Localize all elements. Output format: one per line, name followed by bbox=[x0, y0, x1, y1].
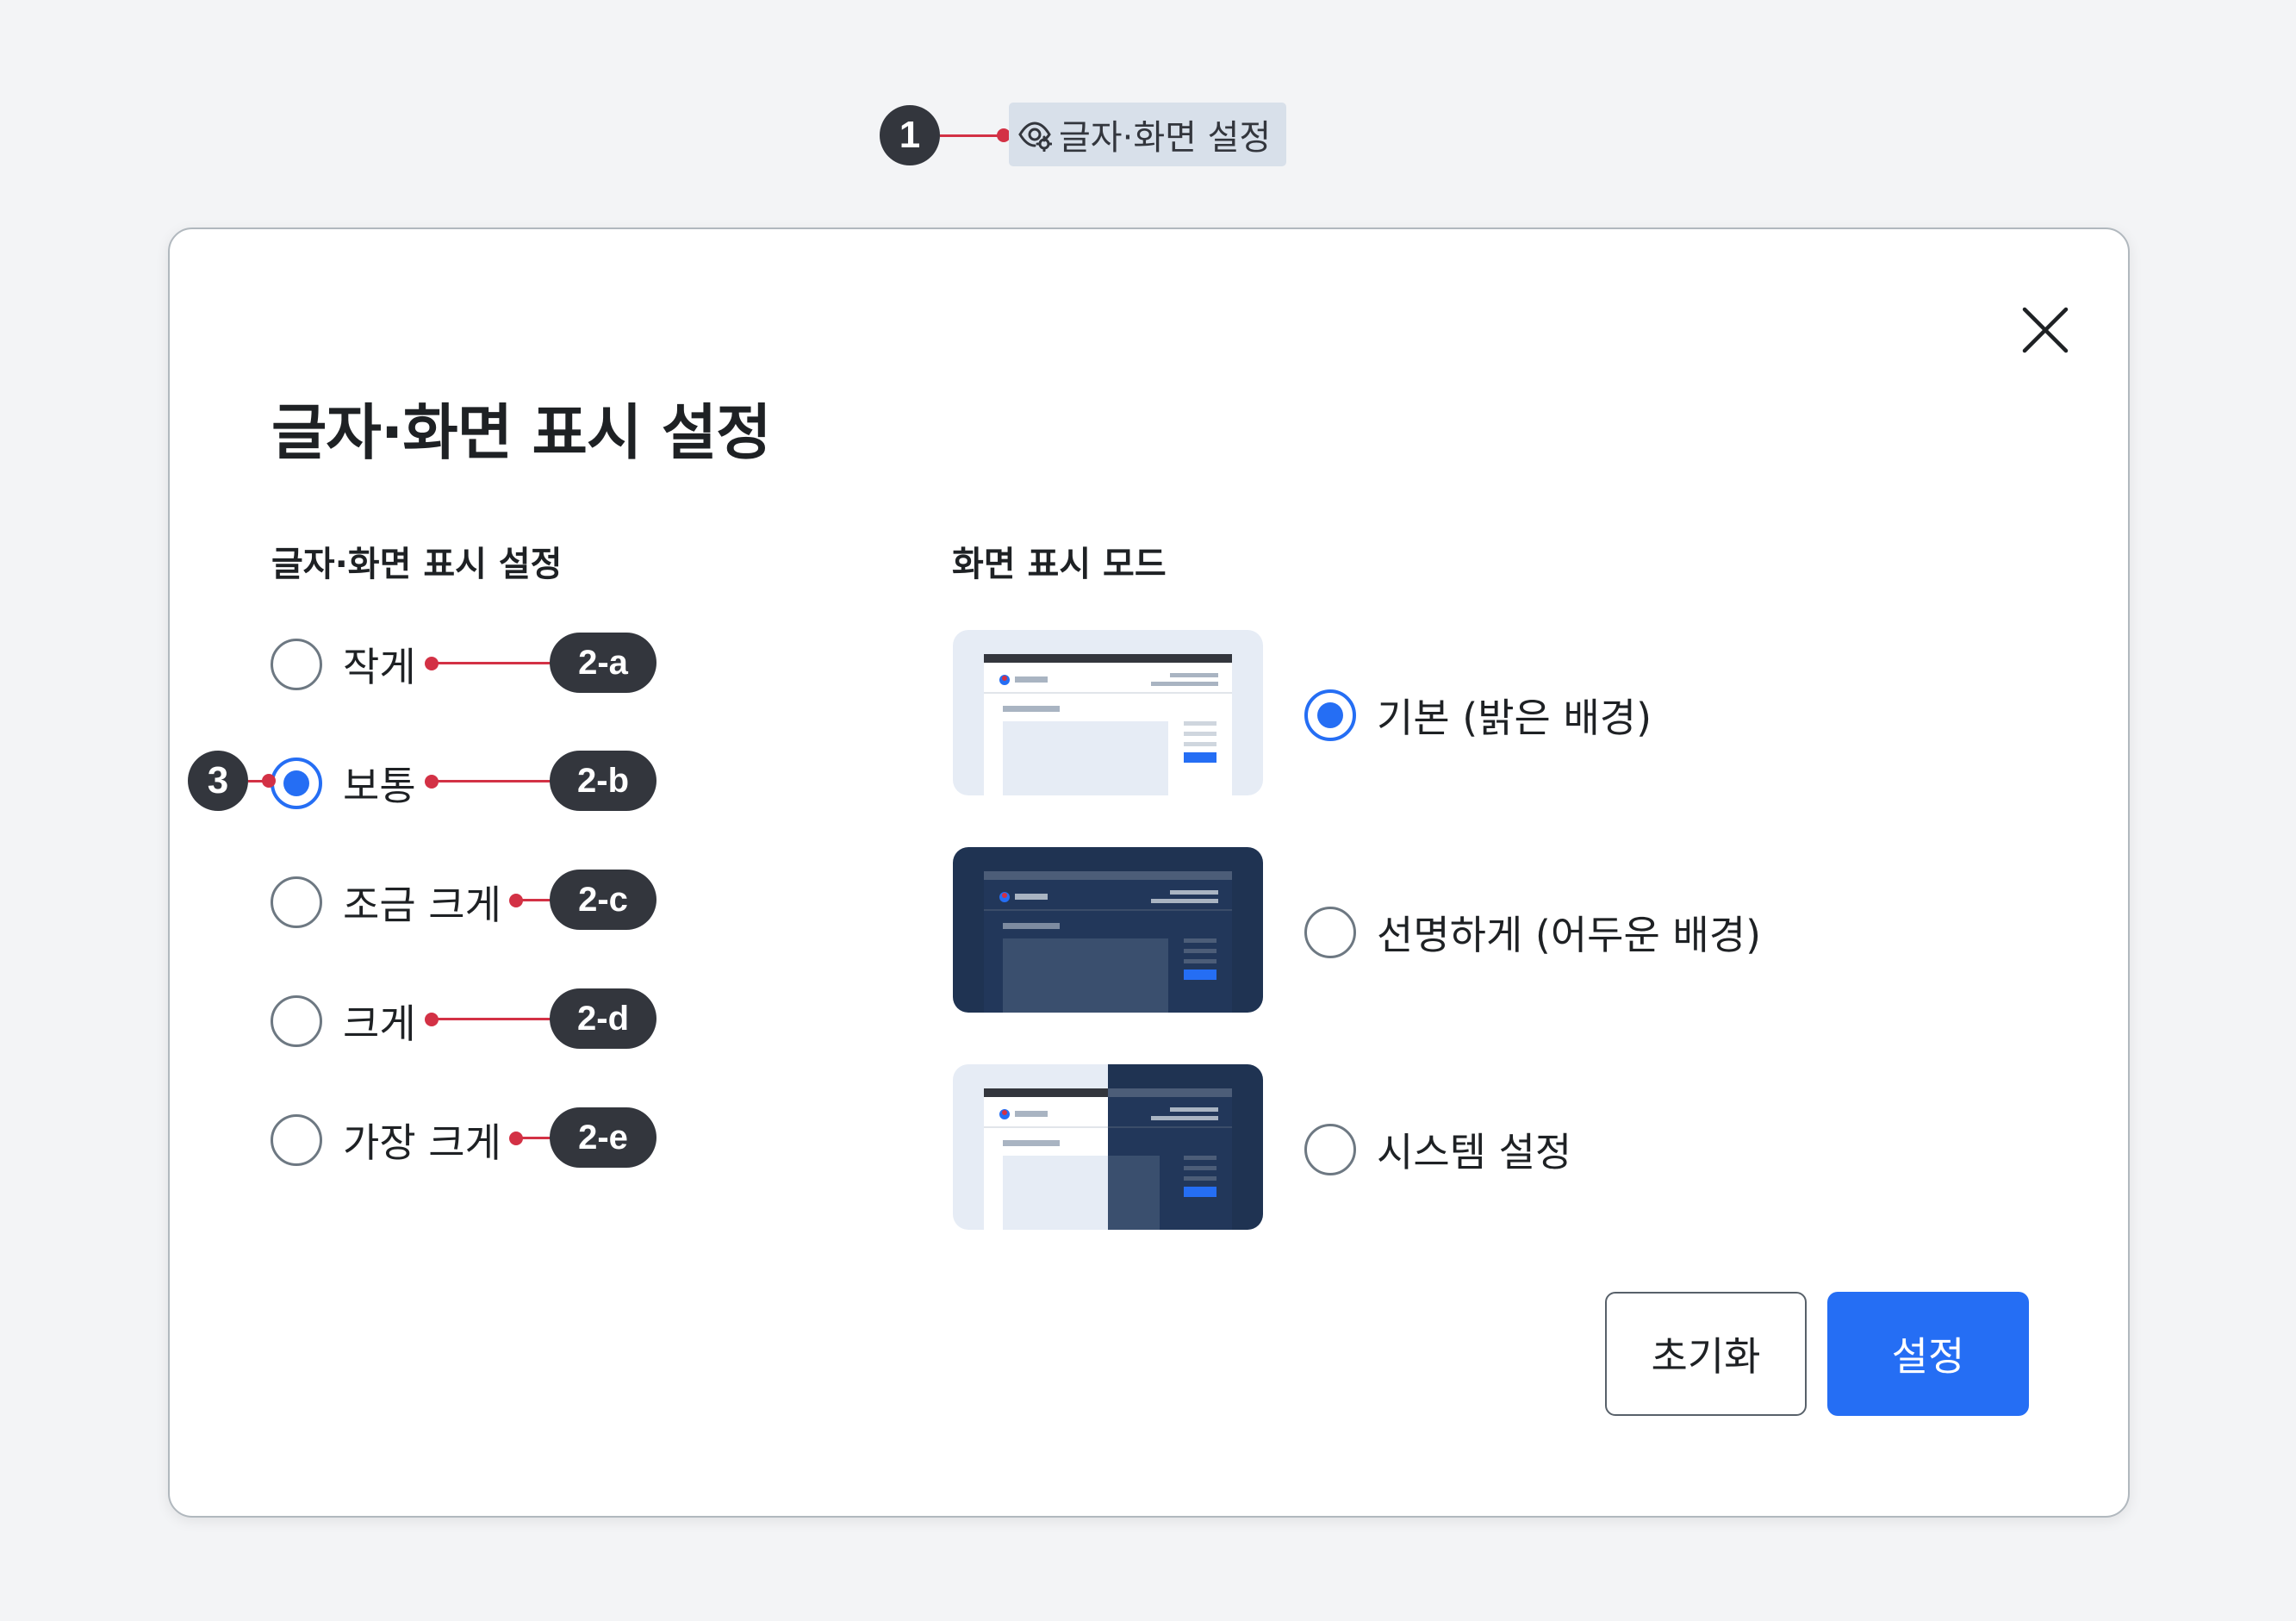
annotation-leader bbox=[432, 1018, 552, 1020]
font-size-option-largest[interactable]: 가장 크게 bbox=[271, 1112, 501, 1169]
annotation-leader-dot bbox=[262, 774, 276, 788]
font-size-option-small[interactable]: 작게 bbox=[271, 636, 416, 693]
font-size-option-normal[interactable]: 보통 bbox=[271, 755, 416, 812]
annotation-pill-2b: 2-b bbox=[550, 751, 656, 811]
mode-option-system[interactable]: 시스템 설정 bbox=[1304, 1121, 1571, 1178]
display-settings-trigger[interactable]: 글자·화면 설정 bbox=[1009, 103, 1286, 166]
radio-button[interactable] bbox=[271, 1114, 322, 1166]
trigger-label: 글자·화면 설정 bbox=[1059, 118, 1272, 158]
annotation-pill-2a: 2-a bbox=[550, 633, 656, 693]
radio-button[interactable] bbox=[271, 876, 322, 928]
option-label: 시스템 설정 bbox=[1377, 1129, 1572, 1175]
option-label: 선명하게 (어두운 배경) bbox=[1377, 912, 1762, 958]
system-preview-image bbox=[984, 1064, 1263, 1230]
display-settings-dialog: 글자·화면 표시 설정 글자·화면 표시 설정 작게 보통 조금 크게 크게 가… bbox=[168, 228, 2130, 1518]
apply-button[interactable]: 설정 bbox=[1827, 1292, 2029, 1416]
option-label: 작게 bbox=[343, 644, 416, 690]
option-label: 보통 bbox=[343, 763, 416, 809]
annotation-leader bbox=[516, 1137, 552, 1139]
font-size-option-slightly-large[interactable]: 조금 크게 bbox=[271, 874, 501, 931]
option-label: 기본 (밝은 배경) bbox=[1377, 695, 1652, 741]
annotation-pill-2e: 2-e bbox=[550, 1107, 656, 1168]
annotation-pill-2c: 2-c bbox=[550, 870, 656, 930]
option-label: 크게 bbox=[343, 1001, 416, 1047]
mode-option-light[interactable]: 기본 (밝은 배경) bbox=[1304, 687, 1652, 744]
font-size-option-large[interactable]: 크게 bbox=[271, 993, 416, 1050]
radio-button[interactable] bbox=[1304, 907, 1356, 958]
annotation-marker-1: 1 bbox=[880, 105, 940, 165]
mode-option-dark[interactable]: 선명하게 (어두운 배경) bbox=[1304, 904, 1761, 961]
radio-button-checked[interactable] bbox=[271, 758, 322, 809]
annotation-leader bbox=[940, 134, 1004, 137]
annotation-leader bbox=[432, 662, 552, 664]
light-mode-preview[interactable] bbox=[953, 630, 1263, 795]
system-mode-preview[interactable] bbox=[953, 1064, 1263, 1230]
display-mode-section-title: 화면 표시 모드 bbox=[952, 545, 1167, 584]
dialog-title: 글자·화면 표시 설정 bbox=[271, 397, 772, 468]
close-icon[interactable] bbox=[2014, 299, 2076, 361]
annotation-pill-2d: 2-d bbox=[550, 988, 656, 1049]
annotation-leader bbox=[516, 899, 552, 901]
reset-button[interactable]: 초기화 bbox=[1605, 1292, 1807, 1416]
dark-mode-preview[interactable] bbox=[953, 847, 1263, 1013]
font-size-section-title: 글자·화면 표시 설정 bbox=[271, 545, 563, 584]
light-preview-image bbox=[984, 654, 1232, 795]
radio-button[interactable] bbox=[271, 995, 322, 1047]
option-label: 가장 크게 bbox=[343, 1119, 501, 1166]
dark-preview-image bbox=[984, 871, 1232, 1013]
eye-settings-icon bbox=[1018, 122, 1052, 152]
radio-button[interactable] bbox=[1304, 1124, 1356, 1175]
radio-button-checked[interactable] bbox=[1304, 689, 1356, 741]
option-label: 조금 크게 bbox=[343, 882, 501, 928]
annotation-leader bbox=[432, 780, 552, 782]
stage: 1 글자·화면 설정 글자·화면 표시 설정 글자·화면 표시 설정 작게 보통 bbox=[0, 0, 2296, 1621]
radio-button[interactable] bbox=[271, 639, 322, 690]
annotation-marker-3: 3 bbox=[188, 751, 248, 811]
